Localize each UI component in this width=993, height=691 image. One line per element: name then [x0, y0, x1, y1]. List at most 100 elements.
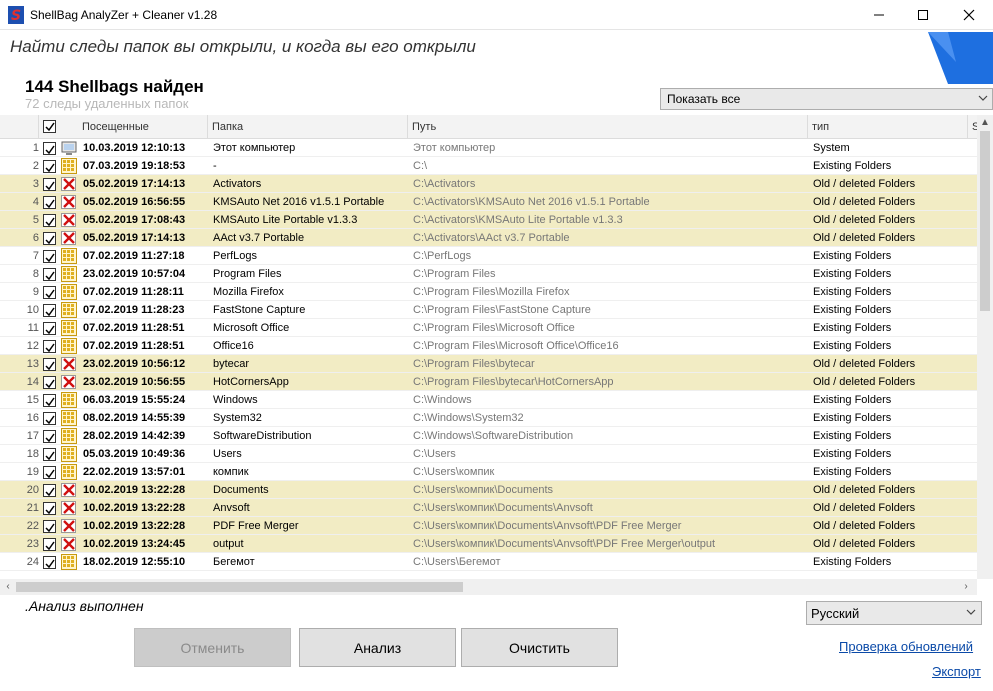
table-row[interactable]: 1 10.03.2019 12:10:13 Этот компьютер Этот к… [0, 139, 977, 157]
folder-path: C:\Windows\System32 [413, 412, 524, 424]
row-checkbox[interactable] [43, 520, 56, 533]
folder-path: C:\Program Files\Mozilla Firefox [413, 286, 570, 298]
row-checkbox[interactable] [43, 448, 56, 461]
row-number: 24 [26, 556, 39, 568]
table-row[interactable]: 8 23.02.2019 10:57:04 Program Files C:\Prog… [0, 265, 977, 283]
vertical-scroll-thumb[interactable] [980, 131, 990, 311]
folder-path: C:\Activators\AAct v3.7 Portable [413, 232, 570, 244]
row-number: 2 [32, 160, 39, 172]
row-checkbox[interactable] [43, 556, 56, 569]
table-row[interactable]: 9 07.02.2019 11:28:11 Mozilla Firefox C:\Pr… [0, 283, 977, 301]
row-checkbox[interactable] [43, 142, 56, 155]
clean-button[interactable]: Очистить [461, 628, 618, 667]
header-type[interactable]: тип [808, 115, 968, 139]
select-all-checkbox[interactable] [43, 120, 56, 133]
language-dropdown[interactable]: Русский [806, 601, 982, 625]
header-path[interactable]: Путь [408, 115, 808, 139]
deleted-x-icon [61, 176, 77, 192]
table-row[interactable]: 22 10.02.2019 13:22:28 PDF Free Merger C:\U… [0, 517, 977, 535]
folder-grid-icon [61, 446, 77, 462]
folder-path: C:\Users\компик\Documents\Anvsoft\PDF Fr… [413, 520, 682, 532]
maximize-button[interactable] [900, 0, 946, 30]
row-number: 16 [26, 412, 39, 424]
export-link[interactable]: Экспорт [932, 664, 981, 679]
table-row[interactable]: 16 08.02.2019 14:55:39 System32 C:\Windows\… [0, 409, 977, 427]
visited-date: 07.02.2019 11:28:51 [83, 322, 185, 334]
visited-date: 10.02.2019 13:22:28 [83, 484, 186, 496]
table-row[interactable]: 20 10.02.2019 13:22:28 Documents C:\Users\к… [0, 481, 977, 499]
table-row[interactable]: 19 22.02.2019 13:57:01 компик C:\Users\комп… [0, 463, 977, 481]
row-checkbox[interactable] [43, 160, 56, 173]
row-checkbox[interactable] [43, 376, 56, 389]
scroll-up-icon[interactable]: ▲ [977, 115, 993, 131]
visited-date: 05.02.2019 17:14:13 [83, 178, 186, 190]
table-row[interactable]: 3 05.02.2019 17:14:13 Activators C:\Activat… [0, 175, 977, 193]
folder-type: Existing Folders [813, 412, 892, 424]
folder-name: PDF Free Merger [213, 520, 299, 532]
table-row[interactable]: 5 05.02.2019 17:08:43 KMSAuto Lite Portabl… [0, 211, 977, 229]
table-row[interactable]: 14 23.02.2019 10:56:55 HotCornersApp C:\Pro… [0, 373, 977, 391]
table-row[interactable]: 10 07.02.2019 11:28:23 FastStone Capture C:… [0, 301, 977, 319]
table-row[interactable]: 24 18.02.2019 12:55:10 Бегемот C:\Users\Бег… [0, 553, 977, 571]
row-checkbox[interactable] [43, 304, 56, 317]
table-row[interactable]: 11 07.02.2019 11:28:51 Microsoft Office C:\… [0, 319, 977, 337]
checkmark-icon [45, 343, 55, 352]
checkmark-icon [45, 271, 55, 280]
header-visited[interactable]: Посещенные [78, 115, 208, 139]
folder-type: Existing Folders [813, 268, 892, 280]
scroll-right-icon[interactable]: › [958, 579, 974, 595]
row-checkbox[interactable] [43, 178, 56, 191]
row-checkbox[interactable] [43, 196, 56, 209]
table-row[interactable]: 21 10.02.2019 13:22:28 Anvsoft C:\Users\ком… [0, 499, 977, 517]
checkmark-icon [45, 122, 55, 132]
row-checkbox[interactable] [43, 430, 56, 443]
row-checkbox[interactable] [43, 412, 56, 425]
row-checkbox[interactable] [43, 466, 56, 479]
horizontal-scrollbar[interactable]: ‹ › [0, 579, 977, 595]
row-number: 22 [26, 520, 39, 532]
folder-path: C:\Activators\KMSAuto Net 2016 v1.5.1 Po… [413, 196, 650, 208]
svg-text:S: S [11, 8, 21, 24]
minimize-button[interactable] [856, 0, 902, 30]
visited-date: 10.02.2019 13:24:45 [83, 538, 186, 550]
table-row[interactable]: 4 05.02.2019 16:56:55 KMSAuto Net 2016 v1.… [0, 193, 977, 211]
table-row[interactable]: 6 05.02.2019 17:14:13 AAct v3.7 Portable C:… [0, 229, 977, 247]
row-checkbox[interactable] [43, 340, 56, 353]
cancel-button[interactable]: Отменить [134, 628, 291, 667]
table-row[interactable]: 2 07.03.2019 19:18:53 - C:\ Existing Folders [0, 157, 977, 175]
folder-name: KMSAuto Net 2016 v1.5.1 Portable [213, 196, 385, 208]
row-checkbox[interactable] [43, 502, 56, 515]
row-checkbox[interactable] [43, 268, 56, 281]
check-updates-link[interactable]: Проверка обновлений [839, 639, 973, 654]
horizontal-scroll-thumb[interactable] [16, 582, 463, 592]
row-number: 4 [32, 196, 39, 208]
table-row[interactable]: 7 07.02.2019 11:27:18 PerfLogs C:\PerfLogs E… [0, 247, 977, 265]
table-row[interactable]: 23 10.02.2019 13:24:45 output C:\Users\комп… [0, 535, 977, 553]
row-checkbox[interactable] [43, 250, 56, 263]
table-row[interactable]: 13 23.02.2019 10:56:12 bytecar C:\Program F… [0, 355, 977, 373]
row-checkbox[interactable] [43, 484, 56, 497]
visited-date: 10.02.2019 13:22:28 [83, 502, 186, 514]
filter-dropdown[interactable]: Показать все [660, 88, 993, 110]
row-checkbox[interactable] [43, 322, 56, 335]
table-row[interactable]: 18 05.03.2019 10:49:36 Users C:\Users Existi… [0, 445, 977, 463]
vertical-scrollbar[interactable]: ▲ [977, 115, 993, 579]
row-checkbox[interactable] [43, 394, 56, 407]
table-row[interactable]: 15 06.03.2019 15:55:24 Windows C:\Windows Ex… [0, 391, 977, 409]
header-extra[interactable]: S [968, 115, 977, 139]
row-checkbox[interactable] [43, 358, 56, 371]
folder-name: bytecar [213, 358, 250, 370]
close-button[interactable] [946, 0, 992, 30]
scroll-left-icon[interactable]: ‹ [0, 579, 16, 595]
table-row[interactable]: 17 28.02.2019 14:42:39 SoftwareDistributio… [0, 427, 977, 445]
row-checkbox[interactable] [43, 538, 56, 551]
table-row[interactable]: 12 07.02.2019 11:28:51 Office16 C:\Program … [0, 337, 977, 355]
checkmark-icon [45, 505, 55, 514]
row-checkbox[interactable] [43, 232, 56, 245]
app-logo-icon: S [8, 6, 24, 24]
row-checkbox[interactable] [43, 286, 56, 299]
row-checkbox[interactable] [43, 214, 56, 227]
deleted-x-icon [61, 212, 77, 228]
header-folder[interactable]: Папка [208, 115, 408, 139]
analyze-button[interactable]: Анализ [299, 628, 456, 667]
